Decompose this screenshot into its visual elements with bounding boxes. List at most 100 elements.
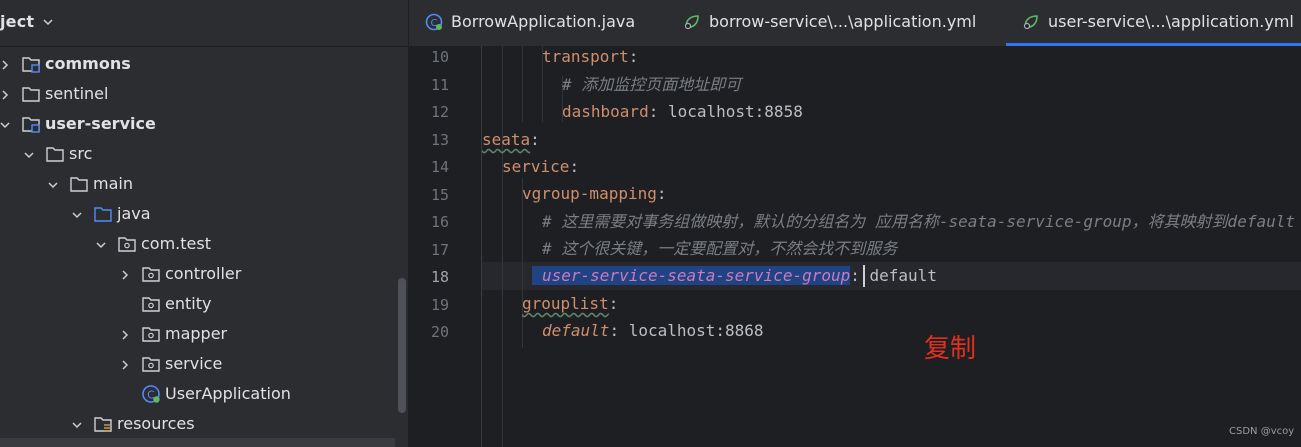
resources-folder-icon xyxy=(93,414,113,434)
tree-item-src[interactable]: src xyxy=(0,139,395,169)
package-icon xyxy=(117,234,137,254)
package-icon xyxy=(141,294,161,314)
tree-item-label: main xyxy=(93,174,133,193)
code-line-16: # 这里需要对事务组做映射，默认的分组名为 应用名称-seata-service… xyxy=(542,208,1295,236)
tree-item-com-test[interactable]: com.test xyxy=(0,229,395,259)
chevron-right-icon[interactable] xyxy=(118,267,132,281)
indent-guide xyxy=(502,46,503,447)
code-line-10: transport: xyxy=(542,47,639,66)
chevron-down-icon[interactable] xyxy=(46,177,60,191)
tree-item-user-service[interactable]: user-service xyxy=(0,109,395,139)
tree-item-entity[interactable]: entity xyxy=(0,289,395,319)
tree-item-label: UserApplication xyxy=(165,384,291,403)
chevron-down-icon[interactable] xyxy=(22,147,36,161)
tree-item-label: sentinel xyxy=(45,84,109,103)
tree-item-label: entity xyxy=(165,294,212,313)
line-number: 12 xyxy=(430,103,449,121)
code-line-12: dashboard: localhost:8858 xyxy=(562,102,803,121)
project-scrollbar[interactable] xyxy=(398,278,406,413)
tree-item-label: src xyxy=(69,144,93,163)
line-number: 10 xyxy=(430,48,449,66)
spring-class-icon: C xyxy=(141,384,161,404)
tree-item-sentinel[interactable]: sentinel xyxy=(0,79,395,109)
chevron-right-icon[interactable] xyxy=(118,357,132,371)
chevron-down-icon[interactable] xyxy=(0,117,12,131)
text-caret xyxy=(863,265,865,287)
package-icon xyxy=(141,354,161,374)
source-folder-icon xyxy=(93,204,113,224)
line-number: 19 xyxy=(430,295,449,314)
package-icon xyxy=(141,324,161,344)
yaml-value: default xyxy=(869,266,937,285)
chevron-down-icon[interactable] xyxy=(70,207,84,221)
tab-user-service-application-yml[interactable]: user-service\...\application.yml xyxy=(1006,0,1301,46)
line-number: 15 xyxy=(430,185,449,204)
line-number-gutter[interactable]: 10 11 12 13 14 15 16 17 18 19 20 xyxy=(409,46,482,447)
yaml-key: transport xyxy=(542,47,629,66)
yaml-key: default xyxy=(542,321,610,340)
chevron-right-icon[interactable] xyxy=(0,87,12,101)
line-number: 18 xyxy=(430,268,449,286)
chevron-down-icon[interactable] xyxy=(94,237,108,251)
folder-icon xyxy=(69,174,89,194)
line-number: 13 xyxy=(430,130,449,149)
tree-item-label: service xyxy=(165,354,223,373)
line-number: 17 xyxy=(430,240,449,259)
code-line-15: vgroup-mapping: xyxy=(522,184,667,203)
code-editor[interactable]: transport: # 添加监控页面地址即可 dashboard: local… xyxy=(482,46,1301,447)
selected-text[interactable]: user-service-seata-service-group xyxy=(532,266,851,285)
project-header: ject xyxy=(0,0,408,47)
tree-item-commons[interactable]: commons xyxy=(0,49,395,79)
folder-icon xyxy=(45,144,65,164)
annotation-text: 复制 xyxy=(924,334,977,364)
code-line-14: service: xyxy=(502,157,580,176)
yaml-key: vgroup-mapping xyxy=(522,184,657,203)
tab-label: borrow-service\...\application.yml xyxy=(709,12,977,31)
spring-yml-icon xyxy=(684,15,699,30)
yaml-key: service xyxy=(502,157,570,176)
tab-borrow-service-application-yml[interactable]: borrow-service\...\application.yml xyxy=(667,0,1005,46)
code-line-11: # 添加监控页面地址即可 xyxy=(562,71,741,99)
tree-item-label: resources xyxy=(117,414,195,433)
yaml-key: grouplist xyxy=(522,294,609,313)
chevron-right-icon[interactable] xyxy=(118,327,132,341)
project-panel: ject commons sentinel user-service src main j… xyxy=(0,0,409,447)
tree-item-label: java xyxy=(117,204,151,223)
tree-item-label: mapper xyxy=(165,324,228,343)
code-line-20: default: localhost:8868 xyxy=(542,321,764,340)
module-folder-icon xyxy=(21,54,41,74)
yaml-comment: # 这个很关键，一定要配置对，不然会找不到服务 xyxy=(542,239,898,258)
tree-item-service[interactable]: service xyxy=(0,349,395,379)
line-number: 20 xyxy=(430,323,449,341)
project-title[interactable]: ject xyxy=(0,12,34,31)
line-number: 16 xyxy=(430,213,449,231)
tab-borrow-application-java[interactable]: C BorrowApplication.java xyxy=(409,0,665,46)
module-folder-icon xyxy=(21,114,41,134)
tree-item-controller[interactable]: controller xyxy=(0,259,395,289)
chevron-right-icon[interactable] xyxy=(0,57,12,71)
folder-icon xyxy=(21,84,41,104)
spring-yml-icon xyxy=(1023,15,1038,30)
tree-item-mapper[interactable]: mapper xyxy=(0,319,395,349)
indent-guide xyxy=(522,46,523,122)
code-line-18: user-service-seata-service-group: defaul… xyxy=(532,262,937,290)
tree-item-userapplication[interactable]: C UserApplication xyxy=(0,379,395,409)
tree-item-label: user-service xyxy=(45,114,156,133)
tree-row-partial[interactable] xyxy=(0,438,395,447)
tree-item-resources[interactable]: resources xyxy=(0,409,395,439)
line-number: 11 xyxy=(430,75,449,94)
tree-item-main[interactable]: main xyxy=(0,169,395,199)
yaml-value: localhost:8868 xyxy=(628,321,764,340)
code-line-17: # 这个很关键，一定要配置对，不然会找不到服务 xyxy=(542,235,897,263)
editor-tabs: C BorrowApplication.java borrow-service\… xyxy=(409,0,1301,47)
package-icon xyxy=(141,264,161,284)
chevron-down-icon[interactable] xyxy=(70,417,84,431)
code-line-19: grouplist: xyxy=(522,294,619,313)
tree-item-label: com.test xyxy=(141,234,211,253)
tree-item-java[interactable]: java xyxy=(0,199,395,229)
tab-label: BorrowApplication.java xyxy=(451,12,636,31)
yaml-key: seata xyxy=(482,130,531,149)
yaml-value: localhost:8858 xyxy=(667,102,803,121)
chevron-down-icon[interactable] xyxy=(41,15,55,29)
code-line-13: seata: xyxy=(482,130,540,149)
